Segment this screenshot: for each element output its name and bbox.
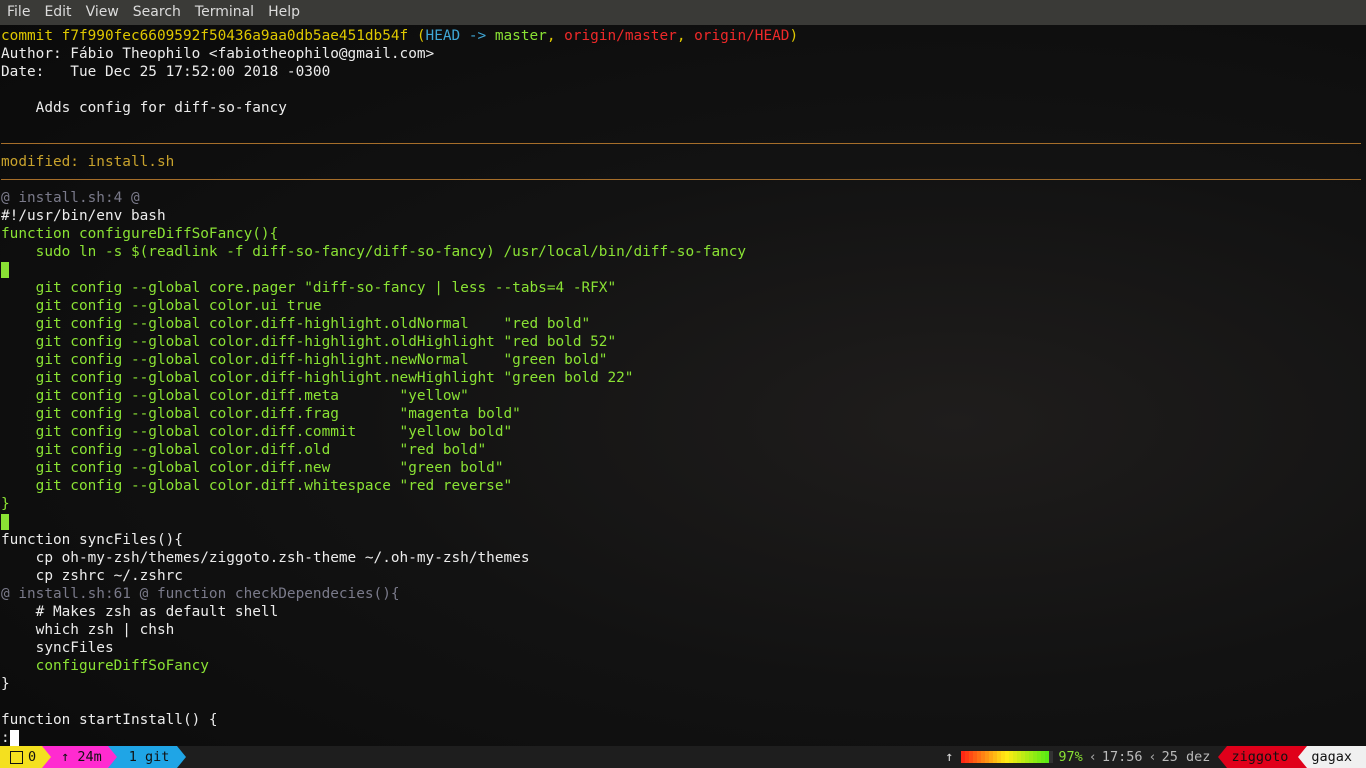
battery-cell (1049, 751, 1054, 763)
clock-date: 25 dez (1161, 749, 1211, 765)
hunk-header: @ install.sh:4 @ (1, 190, 140, 206)
separator-arrow (1298, 746, 1308, 768)
whitespace-marker (1, 513, 1366, 531)
separator-arrow (1218, 746, 1228, 768)
code-line-added: git config --global color.diff-highlight… (1, 370, 634, 386)
code-line: # Makes zsh as default shell (1, 604, 279, 620)
code-line-added: configureDiffSoFancy (1, 658, 209, 674)
commit-date: Date: Tue Dec 25 17:52:00 2018 -0300 (1, 64, 331, 80)
code-line-added: git config --global color.ui true (1, 298, 322, 314)
menu-file[interactable]: File (0, 0, 37, 25)
rule-top (1, 135, 1366, 153)
code-line-added: sudo ln -s $(readlink -f diff-so-fancy/d… (1, 244, 747, 260)
hostname: ziggoto (1227, 746, 1299, 768)
added-blank-marker (1, 514, 9, 530)
hunk-header: @ install.sh:61 @ function checkDependec… (1, 586, 400, 602)
code-line-added: git config --global color.diff.old "red … (1, 442, 487, 458)
commit-hash: f7f990fec6609592f50436a9aa0db5ae451db54f (61, 28, 409, 44)
chevron-left-icon: ‹ (1148, 749, 1157, 765)
commit-message: Adds config for diff-so-fancy (1, 100, 287, 116)
code-line: } (1, 676, 10, 692)
status-bar: 0 ↑ 24m 1 git ↑ 97% ‹ 17:56 ‹ 25 dez zig… (0, 746, 1366, 768)
code-line: function syncFiles(){ (1, 532, 183, 548)
code-line: #!/usr/bin/env bash (1, 208, 166, 224)
menu-edit[interactable]: Edit (37, 0, 78, 25)
rule-bottom (1, 171, 1366, 189)
jobs-segment: 0 (0, 746, 43, 768)
menu-search[interactable]: Search (126, 0, 188, 25)
clock-time: 17:56 (1101, 749, 1143, 765)
git-segment: 1 git (116, 746, 178, 768)
code-line: cp zshrc ~/.zshrc (1, 568, 183, 584)
code-line: syncFiles (1, 640, 114, 656)
code-line-added: git config --global color.diff-highlight… (1, 352, 608, 368)
terminal-output[interactable]: commit f7f990fec6609592f50436a9aa0db5ae4… (1, 27, 1366, 747)
up-arrow-icon: ↑ (945, 749, 954, 765)
pager-prompt[interactable]: : (1, 729, 1366, 747)
battery-percent: 97% (1058, 749, 1083, 765)
code-line-added: function configureDiffSoFancy(){ (1, 226, 279, 242)
added-blank-marker (1, 262, 9, 278)
menu-help[interactable]: Help (261, 0, 307, 25)
username: gagax (1307, 746, 1366, 768)
code-line-added: git config --global color.diff-highlight… (1, 334, 617, 350)
menu-view[interactable]: View (79, 0, 126, 25)
code-line-added: git config --global color.diff.new "gree… (1, 460, 504, 476)
commit-line: commit f7f990fec6609592f50436a9aa0db5ae4… (1, 28, 799, 44)
commit-author: Author: Fábio Theophilo <fabiotheophilo@… (1, 46, 435, 62)
status-right: ↑ 97% ‹ 17:56 ‹ 25 dez ziggoto gagax (945, 746, 1366, 768)
code-line-added: } (1, 496, 10, 512)
text-cursor (9, 729, 19, 747)
code-line-added: git config --global color.diff-highlight… (1, 316, 591, 332)
chevron-left-icon: ‹ (1088, 749, 1097, 765)
separator-arrow (42, 746, 52, 768)
origin-head-ref: origin/HEAD (694, 28, 790, 44)
head-ref: HEAD (425, 28, 461, 44)
code-line: function startInstall() { (1, 712, 218, 728)
separator-arrow (177, 746, 187, 768)
code-line-added: git config --global color.diff.commit "y… (1, 424, 513, 440)
code-line-added: git config --global color.diff.meta "yel… (1, 388, 469, 404)
menu-terminal[interactable]: Terminal (188, 0, 261, 25)
whitespace-marker (1, 261, 1366, 279)
modified-file: modified: install.sh (1, 154, 175, 170)
battery-bar (961, 751, 1054, 763)
code-line: cp oh-my-zsh/themes/ziggoto.zsh-theme ~/… (1, 550, 530, 566)
branch-ref: master (494, 28, 547, 44)
separator-arrow (107, 746, 117, 768)
elapsed-segment: ↑ 24m (51, 746, 108, 768)
origin-master-ref: origin/master (564, 28, 677, 44)
code-line-added: git config --global color.diff.whitespac… (1, 478, 513, 494)
code-line-added: git config --global color.diff.frag "mag… (1, 406, 521, 422)
code-line: which zsh | chsh (1, 622, 175, 638)
menu-bar: File Edit View Search Terminal Help (0, 0, 1366, 25)
jobs-icon (10, 750, 23, 764)
code-line-added: git config --global core.pager "diff-so-… (1, 280, 617, 296)
